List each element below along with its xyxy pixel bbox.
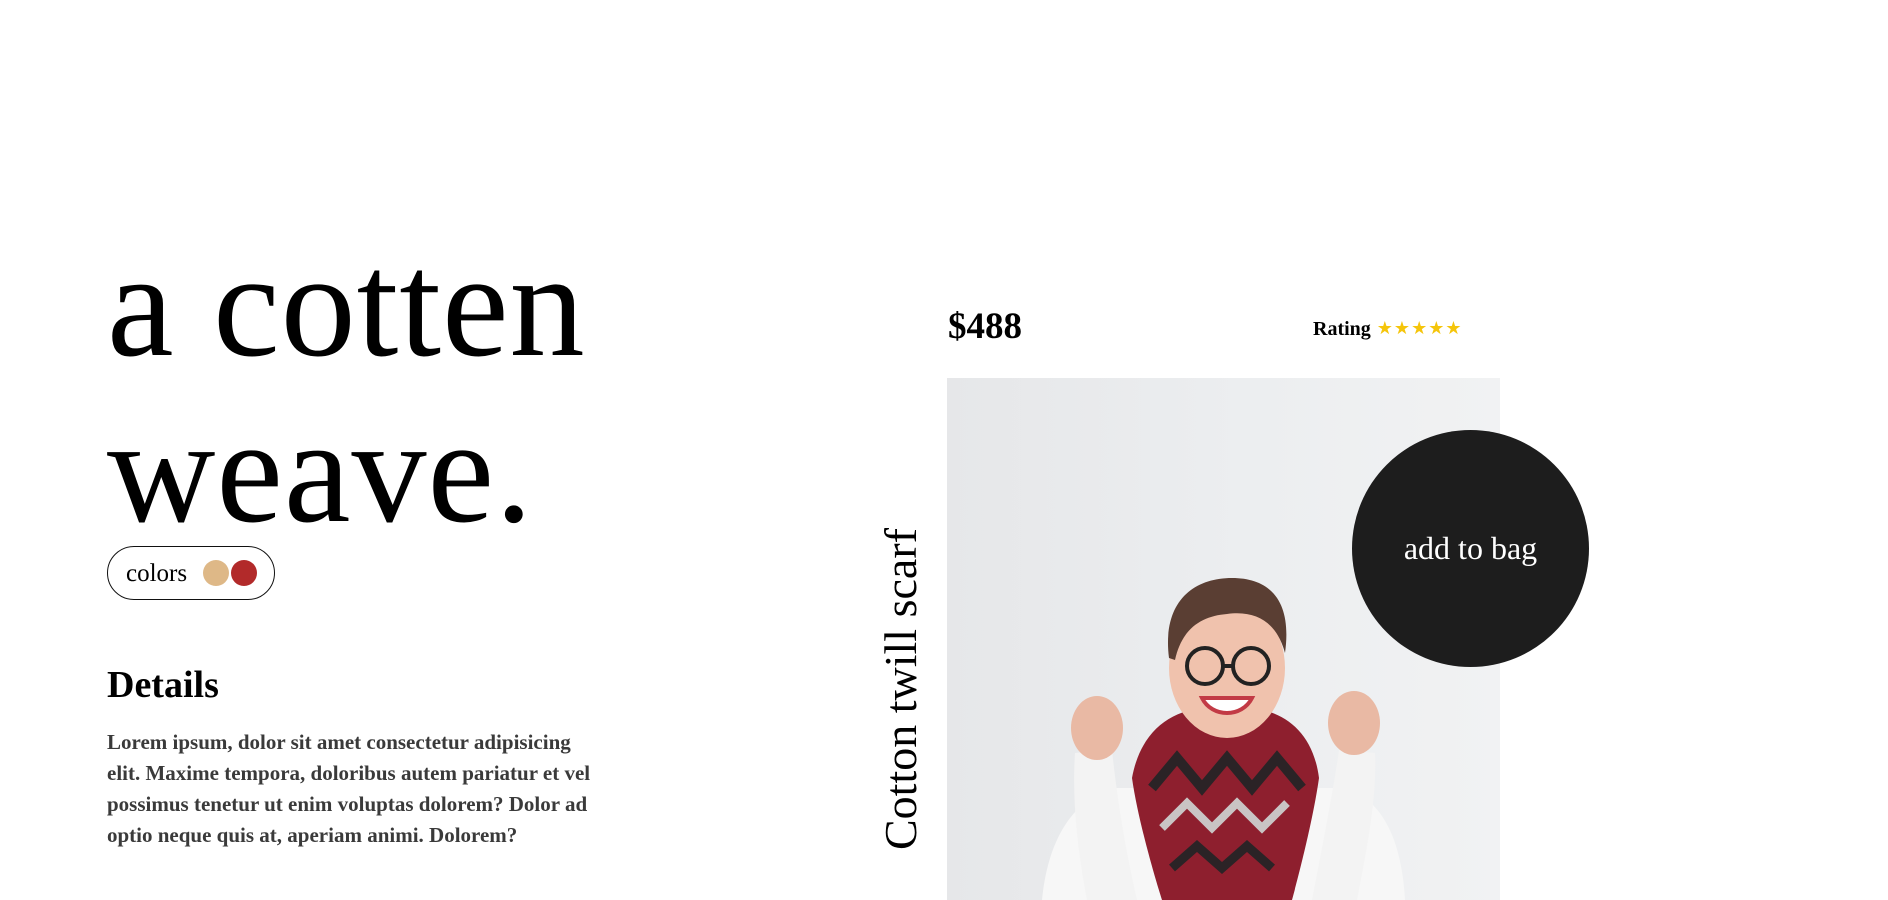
product-page: a cotten weave. colors Details Lorem ips… [0,0,1888,900]
color-selector: colors [107,546,275,600]
headline-line-2: weave. [107,388,534,554]
colors-label: colors [126,559,188,587]
rating-stars-icon: ★★★★★ [1376,318,1463,339]
product-name: Cotton twill scarf [875,528,926,850]
color-swatch-red[interactable] [231,560,258,586]
rating-label: Rating [1313,318,1371,340]
headline: a cotten weave. [107,222,586,554]
details-description: Lorem ipsum, dolor sit amet consectetur … [107,730,591,847]
product-rating: Rating ★★★★★ [1313,317,1462,341]
color-swatch-tan[interactable] [203,560,230,586]
details-heading: Details [107,664,219,706]
product-price: $488 [948,306,1022,347]
headline-line-1: a cotten [107,222,586,388]
add-to-bag-button[interactable]: add to bag [1352,430,1589,667]
